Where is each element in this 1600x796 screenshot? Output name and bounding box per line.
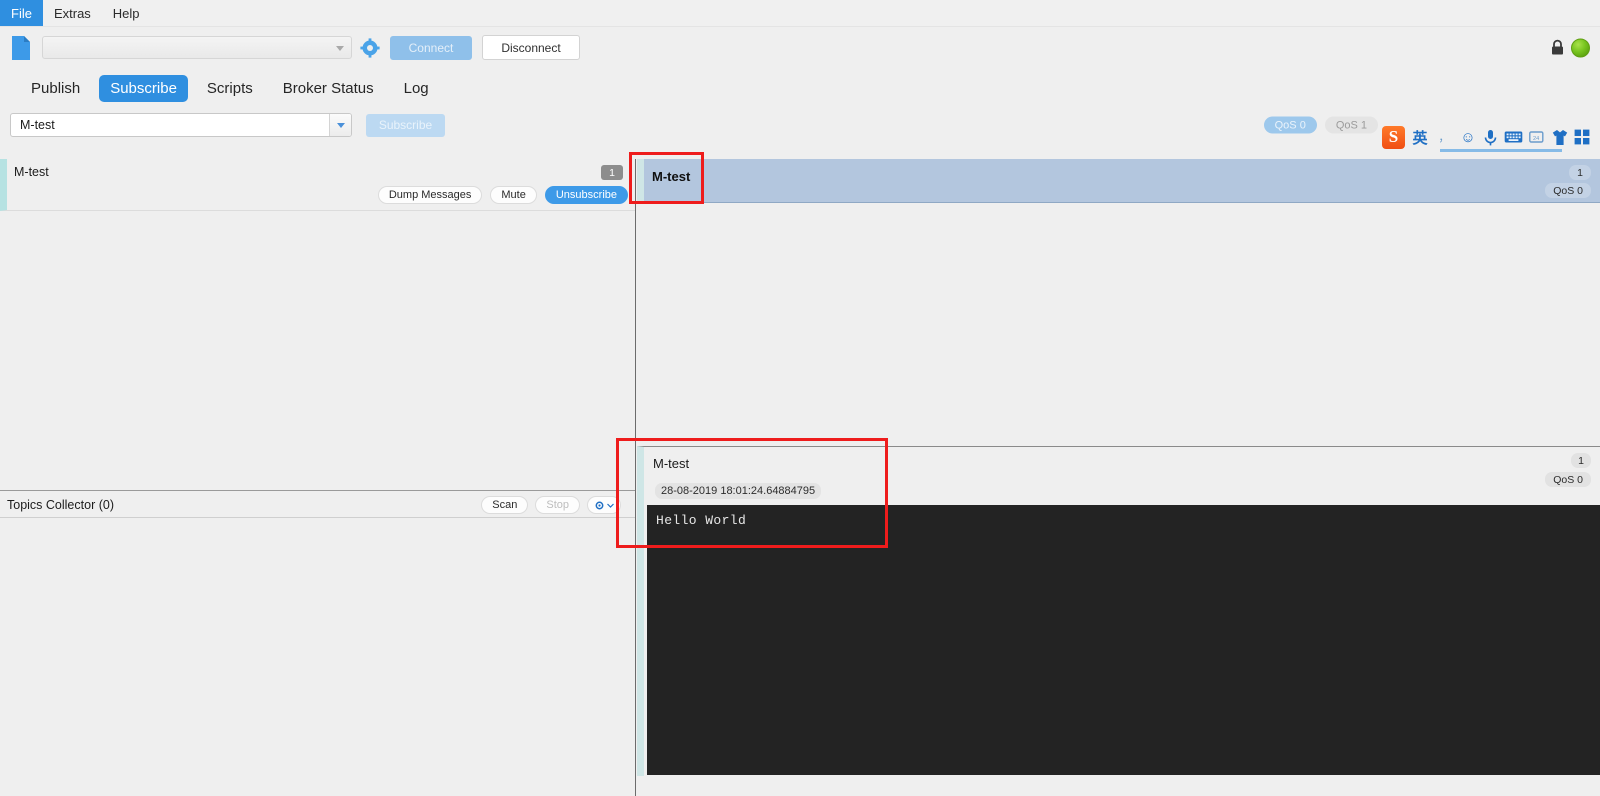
mute-button[interactable]: Mute <box>490 186 537 204</box>
message-qos-badge: QoS 0 <box>1545 472 1591 487</box>
ime-active-underline <box>1440 149 1562 152</box>
topic-dropdown-button[interactable] <box>329 114 351 136</box>
message-card[interactable]: M-test 1 QoS 0 28-08-2019 18:01:24.64884… <box>637 446 1600 776</box>
message-list-empty-space <box>637 203 1600 446</box>
message-topic-name: M-test <box>653 456 690 471</box>
topics-collector-controls: Scan Stop <box>481 496 621 514</box>
connection-status-indicator <box>1571 38 1590 57</box>
subscribe-button[interactable]: Subscribe <box>366 113 445 137</box>
scan-button[interactable]: Scan <box>481 496 529 514</box>
tab-log[interactable]: Log <box>393 75 440 102</box>
topics-collector-title: Topics Collector (0) <box>7 498 114 512</box>
tab-publish[interactable]: Publish <box>20 75 91 102</box>
selected-topic-header[interactable]: M-test 1 QoS 0 <box>637 159 1600 203</box>
handwriting-icon[interactable]: 24 <box>1529 130 1546 144</box>
subscription-actions: Dump Messages Mute Unsubscribe <box>377 186 628 204</box>
chevron-down-icon <box>336 122 345 128</box>
connect-button[interactable]: Connect <box>390 35 472 60</box>
unsubscribe-button[interactable]: Unsubscribe <box>544 186 628 204</box>
message-detail-pane: M-test 1 QoS 0 M-test 1 QoS 0 28-08-2019… <box>637 159 1600 796</box>
subscribe-topic-value: M-test <box>20 118 55 132</box>
toolbox-icon[interactable] <box>1574 129 1590 145</box>
lock-icon <box>1552 39 1563 55</box>
collector-options-button[interactable] <box>587 496 621 514</box>
connection-status-group <box>1551 38 1590 57</box>
punctuation-icon[interactable]: ， <box>1435 127 1453 147</box>
chevron-down-icon <box>336 45 344 51</box>
selected-topic-count: 1 <box>1569 165 1591 180</box>
soft-keyboard-icon[interactable] <box>1504 130 1523 144</box>
settings-dropdown-icon <box>595 501 604 509</box>
voice-input-icon[interactable] <box>1483 129 1498 146</box>
qos-selector: QoS 0 QoS 1 <box>1263 116 1378 134</box>
ime-floating-toolbar: S 英 ， ☺ 24 <box>1380 124 1592 152</box>
emoji-icon[interactable]: ☺ <box>1459 127 1477 147</box>
subscription-topic-label: M-test <box>14 165 49 179</box>
tab-scripts[interactable]: Scripts <box>196 75 264 102</box>
disconnect-button[interactable]: Disconnect <box>482 35 580 60</box>
skin-icon[interactable] <box>1552 129 1568 146</box>
broker-profile-select[interactable] <box>42 36 352 59</box>
svg-text:24: 24 <box>1533 136 1539 142</box>
subscribe-toolbar: M-test Subscribe QoS 0 QoS 1 <box>0 108 1600 142</box>
menu-bar: File Extras Help <box>0 0 1600 27</box>
document-icon[interactable] <box>10 35 32 61</box>
selected-topic-name: M-test <box>652 169 691 184</box>
selected-topic-qos: QoS 0 <box>1545 183 1591 198</box>
connection-bar: Connect Disconnect <box>0 27 1600 68</box>
subscription-list-pane: M-test 1 Dump Messages Mute Unsubscribe … <box>0 159 636 796</box>
menu-item-help[interactable]: Help <box>102 0 151 26</box>
qos-option-1[interactable]: QoS 1 <box>1324 116 1378 134</box>
chinese-english-toggle-icon[interactable]: 英 <box>1411 127 1429 147</box>
dump-messages-button[interactable]: Dump Messages <box>377 186 483 204</box>
subscribe-main-area: M-test 1 Dump Messages Mute Unsubscribe … <box>0 159 1600 796</box>
chevron-down-icon <box>607 503 614 508</box>
sogou-logo-icon[interactable]: S <box>1382 125 1405 149</box>
message-count-badge: 1 <box>1571 453 1591 468</box>
menu-item-extras[interactable]: Extras <box>43 0 102 26</box>
tab-broker-status[interactable]: Broker Status <box>272 75 385 102</box>
qos-option-0[interactable]: QoS 0 <box>1263 116 1317 134</box>
stop-button[interactable]: Stop <box>535 496 580 514</box>
subscription-entry[interactable]: M-test 1 Dump Messages Mute Unsubscribe <box>0 159 635 211</box>
subscription-message-count: 1 <box>601 165 623 180</box>
menu-item-file[interactable]: File <box>0 0 43 26</box>
main-tab-bar: Publish Subscribe Scripts Broker Status … <box>0 68 1600 108</box>
message-timestamp: 28-08-2019 18:01:24.64884795 <box>655 483 822 499</box>
topics-collector-list[interactable] <box>0 518 635 796</box>
subscribe-topic-input[interactable]: M-test <box>10 113 352 137</box>
tab-subscribe[interactable]: Subscribe <box>99 74 188 102</box>
message-payload: Hello World <box>647 505 1600 775</box>
topics-collector-bar: Topics Collector (0) Scan Stop <box>0 490 635 518</box>
gear-icon[interactable] <box>360 37 380 58</box>
